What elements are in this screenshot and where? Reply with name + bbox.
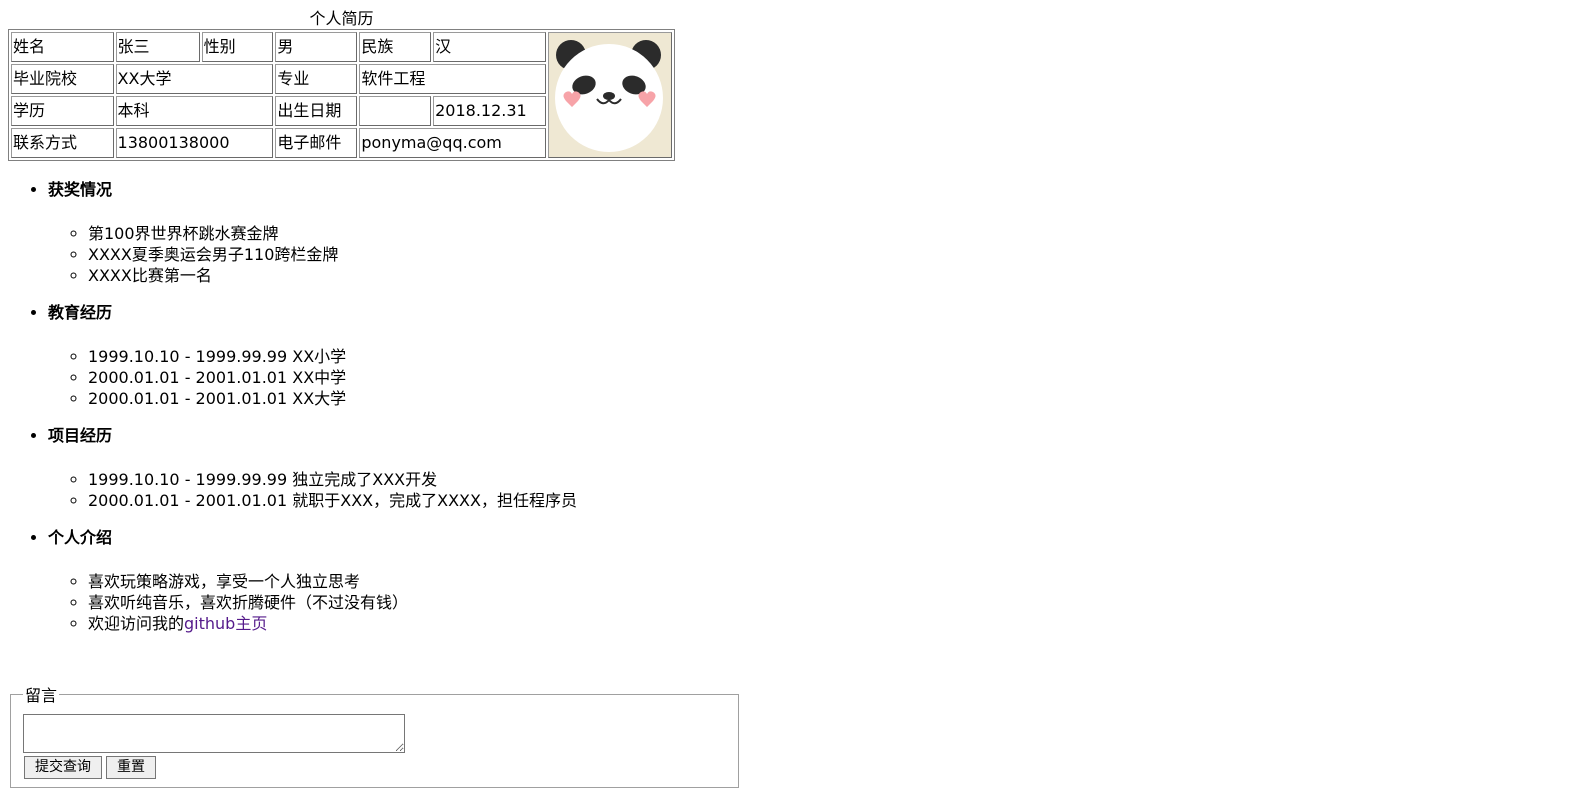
table-cell: 张三 (115, 32, 200, 62)
table-cell: 软件工程 (359, 64, 546, 94)
list-item: 喜欢玩策略游戏，享受一个人独立思考 (88, 571, 577, 592)
table-row: 姓名 张三 性别 男 民族 汉 (11, 32, 672, 158)
awards-list: 第100界世界杯跳水赛金牌 XXXX夏季奥运会男子110跨栏金牌 XXXX比赛第… (48, 223, 577, 286)
about-list: 喜欢玩策略游戏，享受一个人独立思考 喜欢听纯音乐，喜欢折腾硬件（不过没有钱） 欢… (48, 571, 577, 634)
table-cell: ponyma@qq.com (359, 128, 546, 158)
table-cell: 出生日期 (275, 96, 358, 126)
table-cell: 毕业院校 (11, 64, 114, 94)
github-link[interactable]: github主页 (184, 614, 267, 633)
message-legend: 留言 (25, 686, 58, 705)
education-list: 1999.10.10 - 1999.99.99 XX小学 2000.01.01 … (48, 346, 577, 409)
section-projects: 项目经历 1999.10.10 - 1999.99.99 独立完成了XXX开发 … (48, 425, 577, 511)
table-cell (359, 96, 432, 126)
table-cell: 姓名 (11, 32, 114, 62)
list-item: 欢迎访问我的github主页 (88, 613, 577, 634)
submit-button[interactable]: 提交查询 (24, 756, 102, 779)
section-about: 个人介绍 喜欢玩策略游戏，享受一个人独立思考 喜欢听纯音乐，喜欢折腾硬件（不过没… (48, 527, 577, 634)
photo-cell (547, 32, 672, 158)
list-item: XXXX夏季奥运会男子110跨栏金牌 (88, 244, 577, 265)
list-item: 喜欢听纯音乐，喜欢折腾硬件（不过没有钱） (88, 592, 577, 613)
section-title: 获奖情况 (48, 180, 113, 199)
list-item: 2000.01.01 - 2001.01.01 XX大学 (88, 388, 577, 409)
table-cell: 联系方式 (11, 128, 114, 158)
section-title: 教育经历 (48, 303, 113, 322)
table-cell: 2018.12.31 (433, 96, 546, 126)
table-cell: 汉 (433, 32, 546, 62)
list-item: 1999.10.10 - 1999.99.99 独立完成了XXX开发 (88, 469, 577, 490)
resume-table: 姓名 张三 性别 男 民族 汉 毕业院校 XX大学 专业 软件工程 学历 本科 … (8, 29, 675, 161)
table-cell: 本科 (115, 96, 274, 126)
section-awards: 获奖情况 第100界世界杯跳水赛金牌 XXXX夏季奥运会男子110跨栏金牌 XX… (48, 179, 577, 286)
table-cell: 民族 (359, 32, 432, 62)
list-item-text: 欢迎访问我的 (88, 614, 185, 633)
section-education: 教育经历 1999.10.10 - 1999.99.99 XX小学 2000.0… (48, 302, 577, 409)
resume-sections: 获奖情况 第100界世界杯跳水赛金牌 XXXX夏季奥运会男子110跨栏金牌 XX… (8, 179, 577, 650)
projects-list: 1999.10.10 - 1999.99.99 独立完成了XXX开发 2000.… (48, 469, 577, 511)
reset-button[interactable]: 重置 (106, 756, 156, 779)
resume-title: 个人简历 (309, 9, 374, 28)
list-item: 2000.01.01 - 2001.01.01 XX中学 (88, 367, 577, 388)
panda-avatar-icon (548, 33, 670, 157)
table-cell: 电子邮件 (275, 128, 358, 158)
table-cell: 专业 (275, 64, 358, 94)
table-cell: 学历 (11, 96, 114, 126)
table-cell: 性别 (201, 32, 274, 62)
list-item: 1999.10.10 - 1999.99.99 XX小学 (88, 346, 577, 367)
section-title: 项目经历 (48, 426, 113, 445)
table-cell: 男 (275, 32, 358, 62)
message-fieldset: 留言 提交查询 重置 (10, 682, 739, 788)
list-item: XXXX比赛第一名 (88, 265, 577, 286)
table-cell: 13800138000 (115, 128, 274, 158)
table-cell: XX大学 (115, 64, 274, 94)
section-title: 个人介绍 (48, 528, 113, 547)
list-item: 第100界世界杯跳水赛金牌 (88, 223, 577, 244)
list-item: 2000.01.01 - 2001.01.01 就职于XXX，完成了XXXX，担… (88, 490, 577, 511)
message-textarea[interactable] (23, 714, 405, 753)
